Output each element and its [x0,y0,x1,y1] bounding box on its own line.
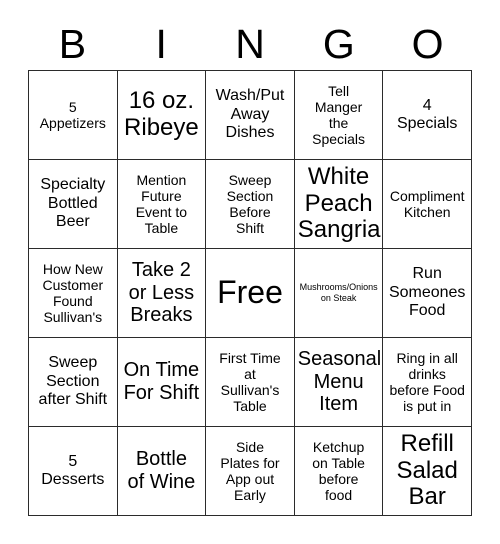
bingo-cell-label: Tell Manger the Specials [312,82,366,148]
bingo-cell-label: Free [217,274,283,311]
bingo-header-letter-o: O [411,20,444,67]
bingo-cell[interactable]: How New Customer Found Sullivan's [29,249,118,338]
bingo-cell-label: Run Someones Food [388,265,466,320]
bingo-cell-label: Take 2 or Less Breaks [128,258,195,327]
bingo-grid: 5 Appetizers 16 oz. Ribeye Wash/Put Away… [28,70,472,516]
bingo-cell-label: Ketchup on Table before food [312,438,365,504]
bingo-cell-label: On Time For Shift [123,359,200,404]
bingo-cell-label: Ring in all drinks before Food is put in [389,349,465,415]
bingo-cell[interactable]: Refill Salad Bar [383,427,472,516]
bingo-cell-label: Bottle of Wine [127,448,196,493]
bingo-cell-label: Sweep Section after Shift [38,354,108,409]
bingo-cell[interactable]: Sweep Section Before Shift [206,160,295,249]
bingo-header-letter-i: I [155,20,167,67]
bingo-cell-label: White Peach Sangria [297,162,381,244]
bingo-cell[interactable]: Ring in all drinks before Food is put in [383,338,472,427]
bingo-cell[interactable]: Take 2 or Less Breaks [117,249,207,338]
bingo-cell[interactable]: First Time at Sullivan's Table [206,338,295,427]
bingo-header-letter-g: G [322,20,355,67]
bingo-cell[interactable]: Seasonal Menu Item [294,338,384,427]
bingo-cell[interactable]: Mushrooms/Onions on Steak [294,249,384,338]
bingo-header: B I N G O [28,18,472,70]
bingo-cell-label: 5 Appetizers [39,98,106,131]
bingo-cell-label: Compliment Kitchen [389,187,465,220]
bingo-cell[interactable]: 5 Desserts [29,427,118,516]
bingo-cell[interactable]: Wash/Put Away Dishes [206,71,295,160]
bingo-cell[interactable]: Ketchup on Table before food [294,427,384,516]
bingo-cell-label: Specialty Bottled Beer [40,176,106,231]
bingo-cell[interactable]: Sweep Section after Shift [29,338,118,427]
bingo-cell[interactable]: Tell Manger the Specials [294,71,384,160]
bingo-cell-label: How New Customer Found Sullivan's [42,260,104,326]
bingo-cell-free[interactable]: Free [206,249,295,338]
bingo-cell-label: First Time at Sullivan's Table [219,349,281,415]
bingo-cell-label: 16 oz. Ribeye [124,87,199,141]
bingo-cell[interactable]: Run Someones Food [383,249,472,338]
bingo-cell-label: 5 Desserts [41,452,105,488]
bingo-cell-label: Mention Future Event to Table [135,171,188,237]
bingo-cell[interactable]: Side Plates for App out Early [206,427,295,516]
bingo-cell-label: Side Plates for App out Early [220,438,280,504]
bingo-cell[interactable]: On Time For Shift [117,338,207,427]
bingo-cell-label: 4 Specials [396,96,458,132]
bingo-cell[interactable]: 16 oz. Ribeye [117,71,207,160]
bingo-cell[interactable]: Mention Future Event to Table [117,160,207,249]
bingo-cell[interactable]: Compliment Kitchen [383,160,472,249]
bingo-cell[interactable]: Specialty Bottled Beer [29,160,118,249]
bingo-cell[interactable]: White Peach Sangria [294,160,384,249]
bingo-cell-label: Sweep Section Before Shift [226,171,274,237]
bingo-cell[interactable]: 5 Appetizers [29,71,118,160]
bingo-cell-label: Mushrooms/Onions on Steak [299,282,378,303]
bingo-cell[interactable]: Bottle of Wine [117,427,207,516]
bingo-cell-label: Wash/Put Away Dishes [215,87,285,142]
bingo-card: B I N G O 5 Appetizers 16 oz. Ribeye Was… [0,0,500,544]
bingo-cell[interactable]: 4 Specials [383,71,472,160]
bingo-cell-label: Refill Salad Bar [396,429,458,511]
bingo-cell-label: Seasonal Menu Item [297,347,382,416]
bingo-header-letter-n: N [235,20,265,67]
bingo-header-letter-b: B [58,20,87,67]
